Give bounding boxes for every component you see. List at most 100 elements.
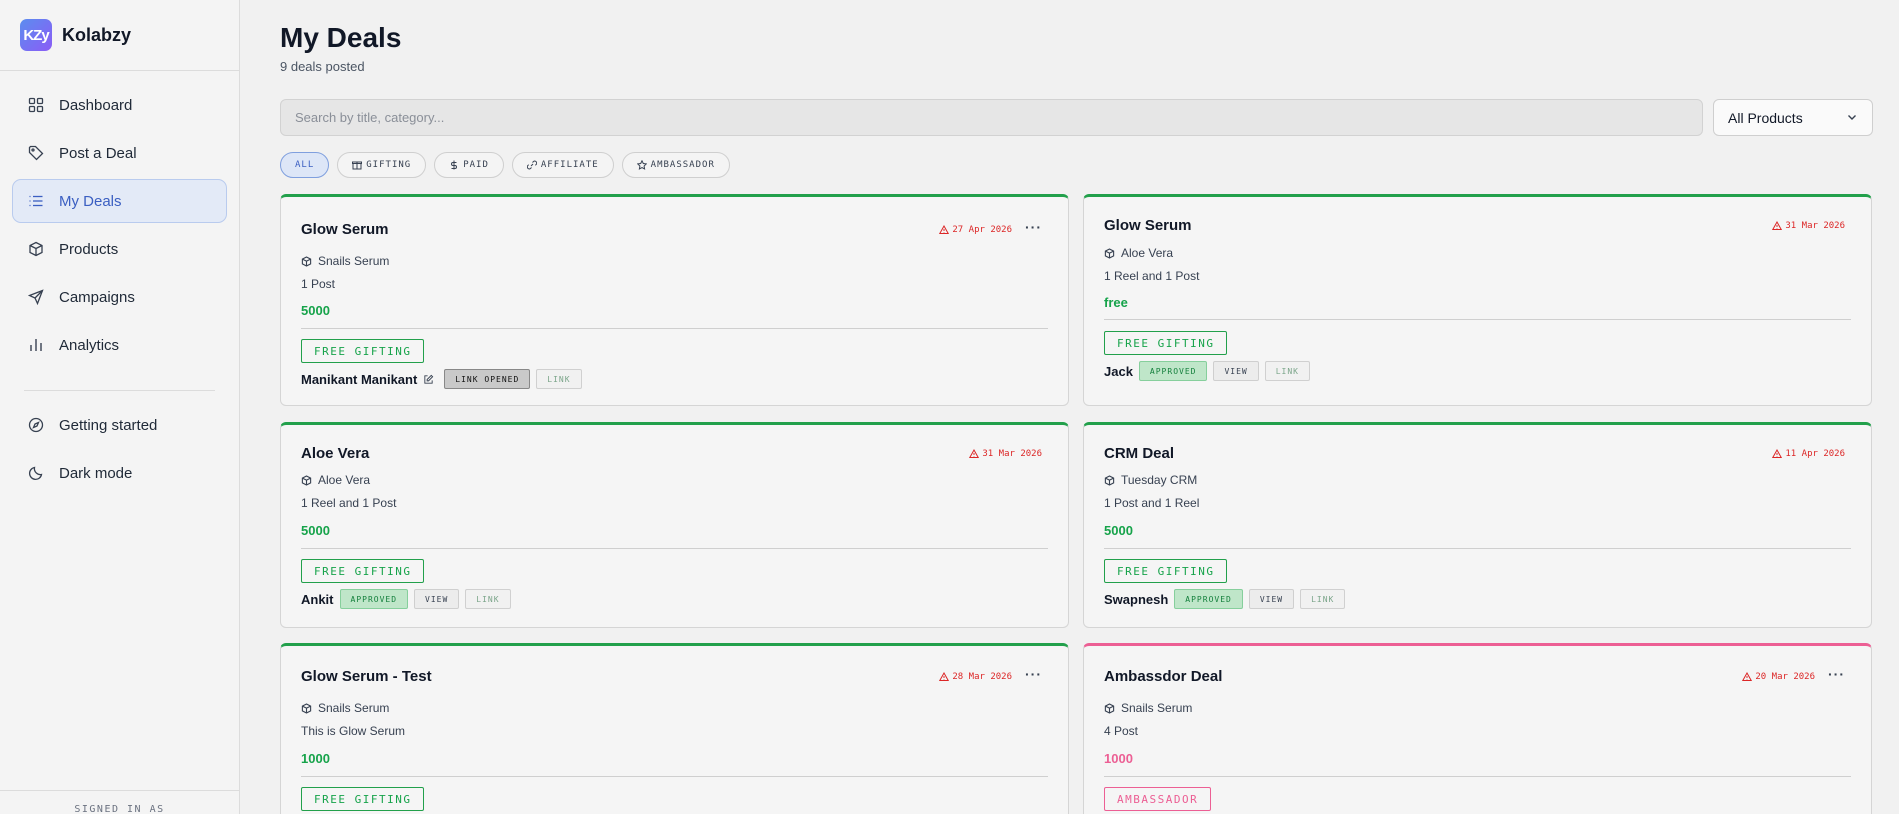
dollar-icon	[449, 160, 459, 170]
deal-date-text: 31 Mar 2026	[982, 449, 1042, 459]
product-filter-value: All Products	[1728, 109, 1803, 126]
main-content: My Deals 9 deals posted All Products ALL…	[240, 0, 1899, 814]
deal-product-name: Aloe Vera	[318, 473, 371, 487]
creator-row: Jack APPROVED VIEW LINK	[1104, 361, 1316, 381]
sidebar-item-dark-mode[interactable]: Dark mode	[12, 451, 227, 495]
brand[interactable]: KZy Kolabzy	[0, 0, 239, 71]
link-button[interactable]: LINK	[1264, 361, 1310, 381]
deal-date: 27 Apr 2026	[939, 225, 1012, 235]
filter-label: AFFILIATE	[540, 160, 599, 170]
sidebar-item-analytics[interactable]: Analytics	[12, 323, 227, 367]
page-title: My Deals	[280, 22, 402, 53]
link-opened-button[interactable]: LINK OPENED	[444, 369, 531, 389]
approved-badge: APPROVED	[1138, 361, 1208, 381]
more-options-icon[interactable]: ···	[1025, 666, 1042, 682]
box-icon	[301, 702, 312, 714]
sidebar-item-dashboard[interactable]: Dashboard	[12, 83, 227, 127]
filter-chip-all[interactable]: ALL	[280, 152, 330, 178]
deal-deliverables: 1 Reel and 1 Post	[1104, 269, 1200, 283]
deal-product-name: Tuesday CRM	[1121, 473, 1198, 487]
app-name: Kolabzy	[62, 24, 132, 45]
deal-title: Glow Serum - Test	[301, 668, 432, 685]
sidebar-item-label: Getting started	[59, 416, 158, 434]
deal-title: Aloe Vera	[301, 445, 370, 462]
filter-chip-affiliate[interactable]: AFFILIATE	[511, 152, 614, 178]
search-input[interactable]	[280, 99, 1703, 136]
filter-label: ALL	[295, 160, 315, 170]
product-filter-select[interactable]: All Products	[1713, 99, 1873, 136]
sidebar-item-campaigns[interactable]: Campaigns	[12, 275, 227, 319]
deal-type-tag: FREE GIFTING	[301, 339, 425, 363]
deal-product: Aloe Vera	[1104, 246, 1173, 260]
deal-date: 28 Mar 2026	[939, 672, 1012, 682]
deal-card[interactable]: Glow Serum 27 Apr 2026 ··· Snails Serum …	[280, 194, 1069, 406]
deal-price: 1000	[301, 751, 330, 766]
compass-icon	[27, 416, 45, 434]
filter-label: PAID	[463, 160, 489, 170]
deal-product-name: Snails Serum	[1121, 701, 1193, 715]
filter-label: AMBASSADOR	[650, 160, 715, 170]
tag-icon	[27, 144, 45, 162]
deal-price: free	[1104, 295, 1128, 310]
deal-type-tag: AMBASSADOR	[1104, 787, 1212, 811]
deal-deliverables: 1 Post	[301, 277, 336, 291]
deal-deliverables: 1 Reel and 1 Post	[301, 496, 397, 510]
sidebar-item-label: Products	[59, 240, 119, 258]
more-options-icon[interactable]: ···	[1828, 666, 1845, 682]
deal-card[interactable]: Aloe Vera 31 Mar 2026 Aloe Vera 1 Reel a…	[280, 422, 1069, 628]
deal-type-tag: FREE GIFTING	[301, 559, 425, 583]
sidebar-item-getting-started[interactable]: Getting started	[12, 403, 227, 447]
deal-card[interactable]: CRM Deal 11 Apr 2026 Tuesday CRM 1 Post …	[1083, 422, 1872, 628]
more-options-icon[interactable]: ···	[1025, 219, 1042, 235]
deal-title: CRM Deal	[1104, 445, 1175, 462]
deal-date-text: 11 Apr 2026	[1785, 449, 1845, 459]
filter-chip-ambassador[interactable]: AMBASSADOR	[621, 152, 730, 178]
view-button[interactable]: VIEW	[414, 589, 460, 609]
deal-deliverables: 1 Post and 1 Reel	[1104, 496, 1200, 510]
deal-product: Tuesday CRM	[1104, 473, 1197, 487]
deal-date: 20 Mar 2026	[1742, 672, 1815, 682]
sidebar-item-post-deal[interactable]: Post a Deal	[12, 131, 227, 175]
deal-product-name: Aloe Vera	[1121, 246, 1174, 260]
signed-in-label: SIGNED IN AS	[0, 790, 239, 814]
deal-type-tag: FREE GIFTING	[1104, 559, 1228, 583]
sidebar-item-my-deals[interactable]: My Deals	[12, 179, 227, 223]
deal-card[interactable]: Ambassdor Deal 20 Mar 2026 ··· Snails Se…	[1083, 643, 1872, 814]
deal-type-tag: FREE GIFTING	[1104, 331, 1228, 355]
deal-card[interactable]: Glow Serum 31 Mar 2026 Aloe Vera 1 Reel …	[1083, 194, 1872, 406]
deal-card[interactable]: Glow Serum - Test 28 Mar 2026 ··· Snails…	[280, 643, 1069, 814]
deal-price: 5000	[301, 523, 330, 538]
card-divider	[301, 328, 1048, 329]
star-icon	[636, 160, 647, 170]
warning-icon	[939, 225, 950, 234]
link-button[interactable]: LINK	[536, 369, 582, 389]
list-icon	[27, 192, 45, 210]
filter-chip-gifting[interactable]: GIFTING	[337, 152, 427, 178]
warning-icon	[1772, 221, 1783, 230]
warning-icon	[969, 449, 980, 458]
deal-product-name: Snails Serum	[318, 701, 390, 715]
link-button[interactable]: LINK	[465, 589, 511, 609]
view-button[interactable]: VIEW	[1248, 589, 1295, 609]
edit-icon[interactable]	[423, 374, 434, 385]
link-button[interactable]: LINK	[1300, 589, 1346, 609]
sidebar-item-label: My Deals	[59, 192, 122, 210]
deal-deliverables: 4 Post	[1104, 724, 1139, 738]
page-subtitle: 9 deals posted	[280, 59, 365, 74]
box-icon	[1104, 247, 1115, 259]
box-icon	[301, 255, 312, 267]
filter-chip-paid[interactable]: PAID	[434, 152, 504, 178]
deal-product: Snails Serum	[301, 701, 389, 715]
box-icon	[1104, 474, 1115, 486]
box-icon	[301, 474, 312, 486]
warning-icon	[1742, 672, 1753, 681]
warning-icon	[939, 672, 950, 681]
deal-price: 1000	[1104, 751, 1133, 766]
deal-product: Aloe Vera	[301, 473, 370, 487]
sidebar: KZy Kolabzy Dashboard Post a Deal My Dea…	[0, 0, 240, 814]
sidebar-item-products[interactable]: Products	[12, 227, 227, 271]
view-button[interactable]: VIEW	[1213, 361, 1259, 381]
deal-title: Glow Serum	[301, 221, 389, 238]
filter-label: GIFTING	[366, 160, 412, 170]
deal-product: Snails Serum	[301, 254, 389, 268]
